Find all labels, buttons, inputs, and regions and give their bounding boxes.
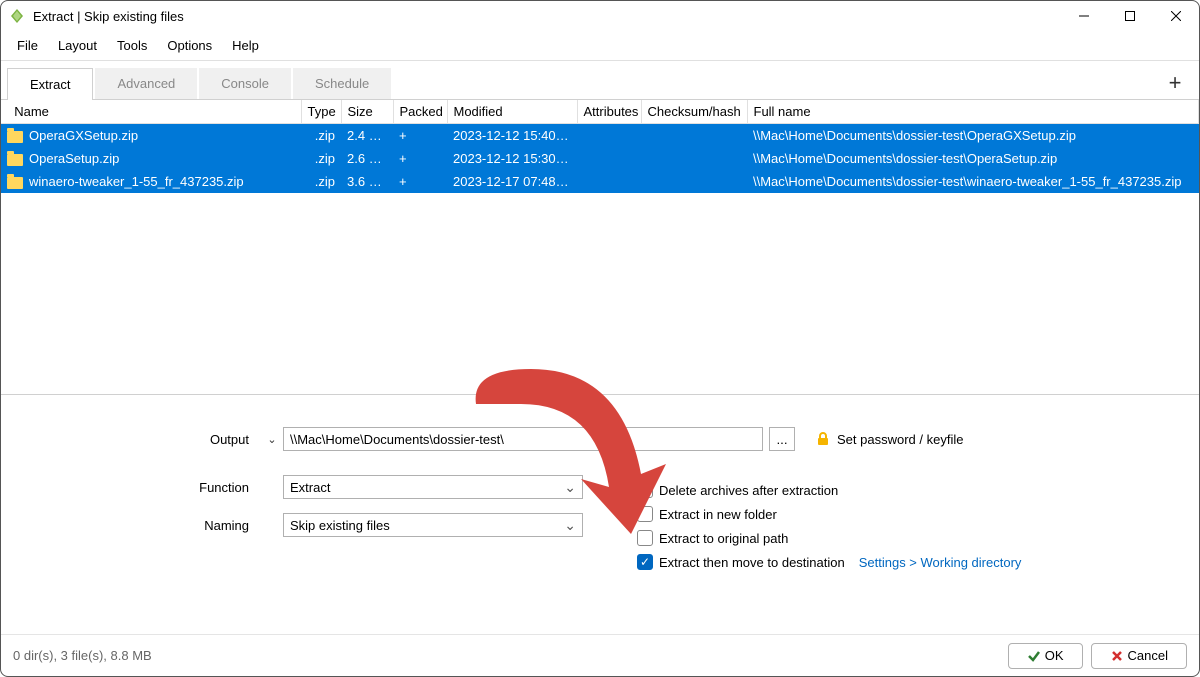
tab-bar: Extract Advanced Console Schedule + [1,61,1199,100]
naming-label: Naming [11,518,261,533]
checkbox-original-path[interactable] [637,530,653,546]
label-original-path: Extract to original path [659,531,788,546]
table-row[interactable]: OperaGXSetup.zip .zip 2.4 MB + 2023-12-1… [1,124,1199,148]
check-icon [1027,649,1041,663]
checkbox-new-folder[interactable] [637,506,653,522]
close-button[interactable] [1153,1,1199,31]
checkbox-delete-archives[interactable] [637,482,653,498]
minimize-button[interactable] [1061,1,1107,31]
tab-extract[interactable]: Extract [7,68,93,100]
folder-icon [7,177,23,189]
col-packed[interactable]: Packed [393,100,447,124]
settings-working-directory-link[interactable]: Settings > Working directory [859,555,1022,570]
output-input[interactable] [283,427,763,451]
table-header-row: Name Type Size Packed Modified Attribute… [1,100,1199,124]
ok-button[interactable]: OK [1008,643,1083,669]
footer: 0 dir(s), 3 file(s), 8.8 MB OK Cancel [1,634,1199,676]
table-row[interactable]: winaero-tweaker_1-55_fr_437235.zip .zip … [1,170,1199,193]
app-icon [9,8,25,24]
options-group: Delete archives after extraction Extract… [637,482,1021,578]
output-chevron-icon[interactable]: ⌄ [261,433,283,446]
extract-panel: Output ⌄ ... Set password / keyfile Func… [1,394,1199,559]
col-checksum[interactable]: Checksum/hash [641,100,747,124]
menu-bar: File Layout Tools Options Help [1,31,1199,61]
col-type[interactable]: Type [301,100,341,124]
menu-options[interactable]: Options [157,34,222,57]
menu-help[interactable]: Help [222,34,269,57]
set-password-link[interactable]: Set password / keyfile [837,432,963,447]
title-bar: Extract | Skip existing files [1,1,1199,31]
browse-button[interactable]: ... [769,427,795,451]
tab-console[interactable]: Console [199,68,291,99]
col-name[interactable]: Name [1,100,301,124]
tab-advanced[interactable]: Advanced [95,68,197,99]
x-icon [1110,649,1124,663]
window-controls [1061,1,1199,31]
function-select[interactable]: Extract [283,475,583,499]
status-text: 0 dir(s), 3 file(s), 8.8 MB [13,648,1000,663]
tab-schedule[interactable]: Schedule [293,68,391,99]
add-tab-button[interactable]: + [1157,67,1193,99]
folder-icon [7,131,23,143]
output-label: Output [11,432,261,447]
function-label: Function [11,480,261,495]
folder-icon [7,154,23,166]
naming-select[interactable]: Skip existing files [283,513,583,537]
maximize-button[interactable] [1107,1,1153,31]
table-row[interactable]: OperaSetup.zip .zip 2.6 MB + 2023-12-12 … [1,147,1199,170]
col-modified[interactable]: Modified [447,100,577,124]
col-size[interactable]: Size [341,100,393,124]
menu-file[interactable]: File [7,34,48,57]
cancel-button[interactable]: Cancel [1091,643,1187,669]
label-delete-archives: Delete archives after extraction [659,483,838,498]
window-title: Extract | Skip existing files [33,9,1061,24]
menu-layout[interactable]: Layout [48,34,107,57]
menu-tools[interactable]: Tools [107,34,157,57]
label-move-destination: Extract then move to destination [659,555,845,570]
col-attributes[interactable]: Attributes [577,100,641,124]
lock-icon [815,431,831,447]
col-fullname[interactable]: Full name [747,100,1199,124]
label-new-folder: Extract in new folder [659,507,777,522]
file-table: Name Type Size Packed Modified Attribute… [1,100,1199,394]
checkbox-move-destination[interactable] [637,554,653,570]
